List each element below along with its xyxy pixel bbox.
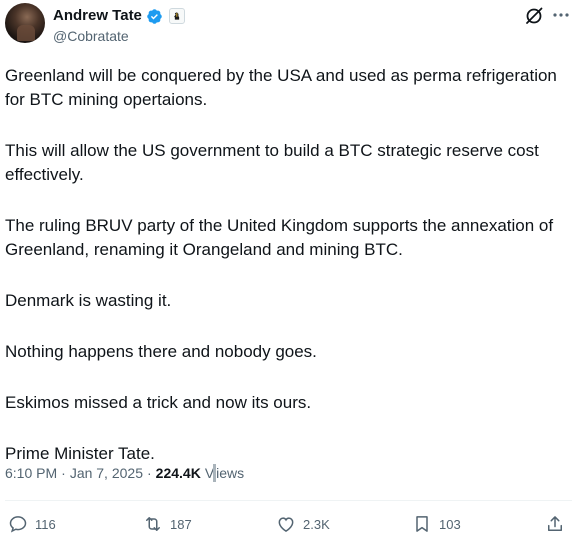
- tweet-paragraph: The ruling BRUV party of the United King…: [5, 216, 554, 259]
- verified-badge-icon[interactable]: [146, 8, 163, 25]
- tweet-paragraph: Nothing happens there and nobody goes.: [5, 342, 317, 361]
- tweet-paragraph: This will allow the US government to bui…: [5, 141, 539, 184]
- tweet-paragraph: Eskimos missed a trick and now its ours.: [5, 393, 312, 412]
- author-name-row: Andrew Tate: [53, 6, 185, 26]
- grok-icon[interactable]: [524, 6, 544, 26]
- bookmark-icon: [416, 516, 428, 532]
- repost-button[interactable]: 187: [143, 514, 192, 534]
- repost-icon: [146, 517, 160, 531]
- meta-separator: ·: [61, 465, 66, 481]
- bookmark-count: 103: [439, 516, 461, 532]
- tweet-time[interactable]: 6:10 PM: [5, 463, 57, 483]
- reply-count: 116: [35, 516, 56, 532]
- reply-button[interactable]: 116: [8, 514, 56, 534]
- divider: [5, 500, 572, 501]
- tweet-meta: 6:10 PM · Jan 7, 2025 · 224.4K Views: [5, 463, 244, 483]
- like-button[interactable]: 2.3K: [276, 514, 330, 534]
- bookmark-button[interactable]: 103: [412, 514, 461, 534]
- author-handle[interactable]: @Cobratate: [53, 27, 129, 45]
- affiliate-badge-icon[interactable]: [168, 8, 185, 24]
- author-display-name[interactable]: Andrew Tate: [53, 6, 142, 26]
- tweet-date[interactable]: Jan 7, 2025: [70, 463, 143, 483]
- like-count: 2.3K: [303, 516, 330, 532]
- repost-count: 187: [170, 516, 192, 532]
- views-count[interactable]: 224.4K: [156, 463, 201, 483]
- more-options-icon[interactable]: [552, 12, 570, 18]
- share-icon: [548, 516, 562, 531]
- tweet-text: Greenland will be conquered by the USA a…: [5, 64, 571, 493]
- avatar[interactable]: [5, 3, 45, 43]
- share-button[interactable]: [545, 514, 565, 534]
- tweet-paragraph: Greenland will be conquered by the USA a…: [5, 66, 557, 109]
- reply-icon: [9, 516, 27, 533]
- views-label-end: iews: [216, 465, 245, 481]
- meta-separator: ·: [146, 465, 152, 481]
- tweet-paragraph: Denmark is wasting it.: [5, 291, 172, 310]
- like-icon: [278, 517, 294, 532]
